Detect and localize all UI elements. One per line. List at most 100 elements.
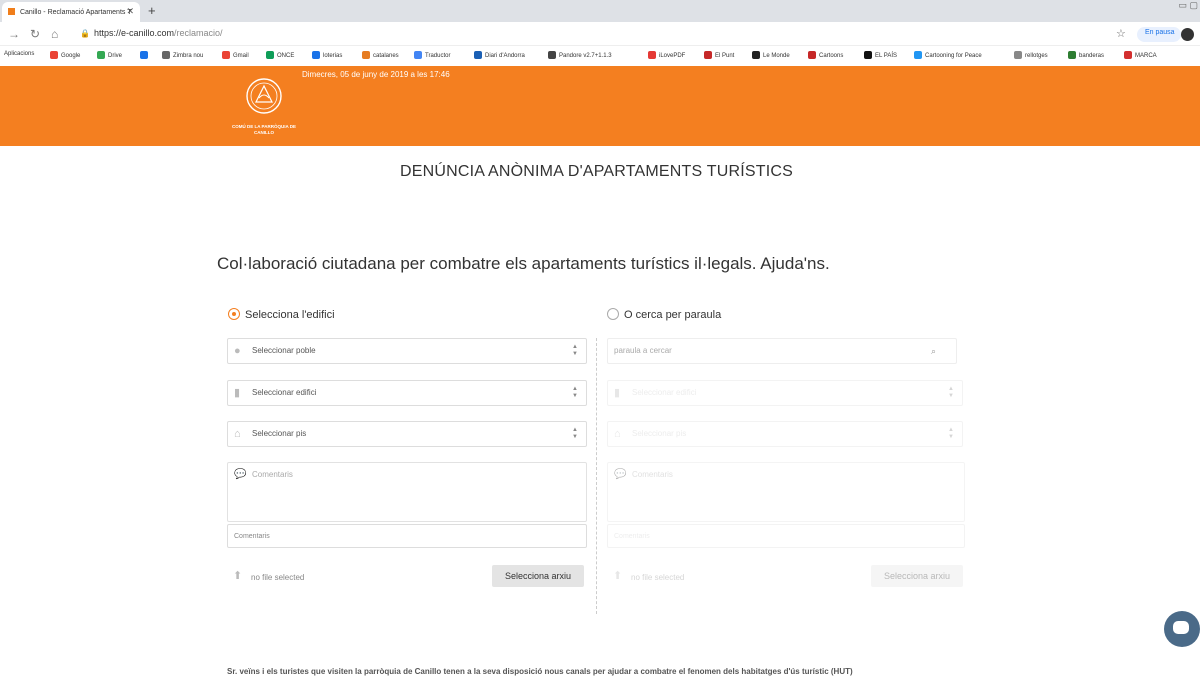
comments-textarea-disabled[interactable]: 💬 Comentaris (607, 462, 965, 522)
bookmark-favicon-icon (266, 51, 274, 59)
address-bar: → ↻ ⌂ 🔒 https://e-canillo.com/reclamacio/… (0, 22, 1200, 46)
tab-title: Canillo - Reclamació Apartaments T (19, 9, 132, 16)
select-file-button-disabled[interactable]: Selecciona arxiu (871, 565, 963, 587)
bookmark-favicon-icon (50, 51, 58, 59)
window-controls[interactable]: ▭ ▢ (1158, 0, 1198, 12)
sync-paused-badge[interactable]: En pausa (1137, 27, 1181, 42)
select-pis-disabled[interactable]: ⌂ Seleccionar pis ▲ ▼ (607, 421, 963, 447)
select-value: Seleccionar edifici (252, 388, 317, 397)
bookmark-item[interactable]: banderas (1068, 51, 1104, 59)
chat-widget-button[interactable] (1164, 611, 1200, 647)
home-icon: ⌂ (614, 428, 621, 440)
select-value: Seleccionar pis (632, 429, 687, 438)
bookmark-favicon-icon (648, 51, 656, 59)
building-icon: ▮ (234, 387, 241, 399)
profile-avatar[interactable] (1181, 28, 1194, 41)
browser-tab-bar: Canillo - Reclamació Apartaments T ✕ + ▭… (0, 0, 1200, 22)
bookmark-item[interactable]: Cartoons (808, 51, 843, 59)
home-icon[interactable]: ⌂ (51, 27, 58, 41)
upload-icon: ⬆ (233, 570, 243, 582)
bookmark-favicon-icon (222, 51, 230, 59)
browser-tab[interactable]: Canillo - Reclamació Apartaments T ✕ (2, 2, 140, 22)
bookmark-item[interactable]: loterias (312, 51, 342, 59)
bookmark-item[interactable]: Aplicacions (4, 51, 34, 57)
bookmark-item[interactable]: rellotges (1014, 51, 1048, 59)
new-tab-icon[interactable]: + (148, 3, 156, 18)
radio-label: O cerca per paraula (624, 309, 722, 321)
sort-arrows-icon: ▲ ▼ (948, 427, 954, 440)
bookmark-label: Traductor (425, 53, 451, 59)
select-edifici-disabled[interactable]: ▮ Seleccionar edifici ▲ ▼ (607, 380, 963, 406)
bookmark-favicon-icon (864, 51, 872, 59)
comments-input[interactable]: Comentaris (227, 524, 587, 548)
bookmark-favicon-icon (548, 51, 556, 59)
bookmark-item[interactable] (140, 51, 151, 59)
bookmark-item[interactable]: ONCE (266, 51, 294, 59)
bookmark-label: Cartooning for Peace (925, 53, 982, 59)
radio-checked-icon[interactable] (228, 308, 240, 320)
select-pis[interactable]: ⌂ Seleccionar pis ▲ ▼ (227, 421, 587, 447)
sort-arrows-icon: ▲ ▼ (572, 386, 578, 399)
comment-icon: 💬 (614, 469, 627, 480)
bookmark-label: ONCE (277, 53, 295, 59)
bookmark-item[interactable]: iLovePDF (648, 51, 685, 59)
bookmark-item[interactable]: catalanes (362, 51, 399, 59)
url-path: /reclamacio/ (174, 28, 223, 38)
lock-icon: 🔒 (80, 29, 90, 38)
select-value: Seleccionar pis (252, 429, 307, 438)
bookmark-item[interactable]: Cartooning for Peace (914, 51, 982, 59)
bookmark-favicon-icon (1014, 51, 1022, 59)
header-date: Dimecres, 05 de juny de 2019 a les 17:46 (302, 70, 450, 79)
site-header: Dimecres, 05 de juny de 2019 a les 17:46… (0, 66, 1200, 146)
bookmark-favicon-icon (140, 51, 148, 59)
select-value: Seleccionar edifici (632, 388, 697, 397)
radio-unchecked-icon[interactable] (607, 308, 619, 320)
bookmark-item[interactable]: Google (50, 51, 80, 59)
bookmark-label: catalanes (373, 53, 399, 59)
bookmark-item[interactable]: EL PAÍS (864, 51, 897, 59)
input-placeholder: Comentaris (614, 533, 650, 540)
reload-icon[interactable]: ↻ (30, 27, 40, 41)
back-icon[interactable]: → (8, 27, 20, 41)
bookmark-favicon-icon (704, 51, 712, 59)
close-tab-icon[interactable]: ✕ (126, 6, 134, 17)
bookmark-label: Drive (108, 53, 123, 59)
file-upload-row-disabled: ⬆ no file selected Selecciona arxiu (607, 564, 963, 590)
bookmark-item[interactable]: Drive (97, 51, 122, 59)
bookmark-item[interactable]: El Punt (704, 51, 734, 59)
logo-text: COMÚ DE LA PARRÒQUIA DE CANILLO (231, 124, 297, 135)
bookmark-star-icon[interactable]: ☆ (1116, 27, 1126, 40)
bookmark-item[interactable]: Zimbra nou (162, 51, 203, 59)
bookmark-favicon-icon (474, 51, 482, 59)
radio-search-word[interactable]: O cerca per paraula (607, 308, 721, 321)
url-field[interactable]: 🔒 https://e-canillo.com/reclamacio/ (80, 28, 223, 38)
search-word-input[interactable]: paraula a cercar ⌕ (607, 338, 957, 364)
file-status: no file selected (251, 573, 305, 582)
radio-select-building[interactable]: Selecciona l'edifici (228, 308, 335, 321)
search-icon[interactable]: ⌕ (931, 346, 936, 357)
comments-textarea[interactable]: 💬 Comentaris (227, 462, 587, 522)
bookmark-item[interactable]: MARCA (1124, 51, 1157, 59)
select-edifici[interactable]: ▮ Seleccionar edifici ▲ ▼ (227, 380, 587, 406)
building-icon: ▮ (614, 387, 621, 399)
bookmark-favicon-icon (1124, 51, 1132, 59)
select-file-button[interactable]: Selecciona arxiu (492, 565, 584, 587)
bookmark-label: Aplicacions (4, 51, 35, 57)
select-value: Seleccionar poble (252, 346, 316, 355)
bookmark-label: Google (61, 53, 81, 59)
bookmark-label: Gmail (233, 53, 249, 59)
bookmark-label: Pandore v2.7+1.1.3 (559, 53, 612, 59)
bookmark-item[interactable]: Le Monde (752, 51, 790, 59)
bookmark-item[interactable]: Traductor (414, 51, 450, 59)
bookmark-favicon-icon (414, 51, 422, 59)
bookmark-item[interactable]: Pandore v2.7+1.1.3 (548, 51, 612, 59)
bookmark-item[interactable]: Gmail (222, 51, 249, 59)
comments-input-disabled[interactable]: Comentaris (607, 524, 965, 548)
url-host: https://e-canillo.com (93, 28, 175, 38)
page-subtitle: Col·laboració ciutadana per combatre els… (217, 254, 830, 273)
bookmark-label: El Punt (715, 53, 735, 59)
select-poble[interactable]: ● Seleccionar poble ▲ ▼ (227, 338, 587, 364)
bookmark-item[interactable]: Diari d'Andorra (474, 51, 525, 59)
bookmark-label: Diari d'Andorra (485, 53, 525, 59)
bookmark-favicon-icon (97, 51, 105, 59)
